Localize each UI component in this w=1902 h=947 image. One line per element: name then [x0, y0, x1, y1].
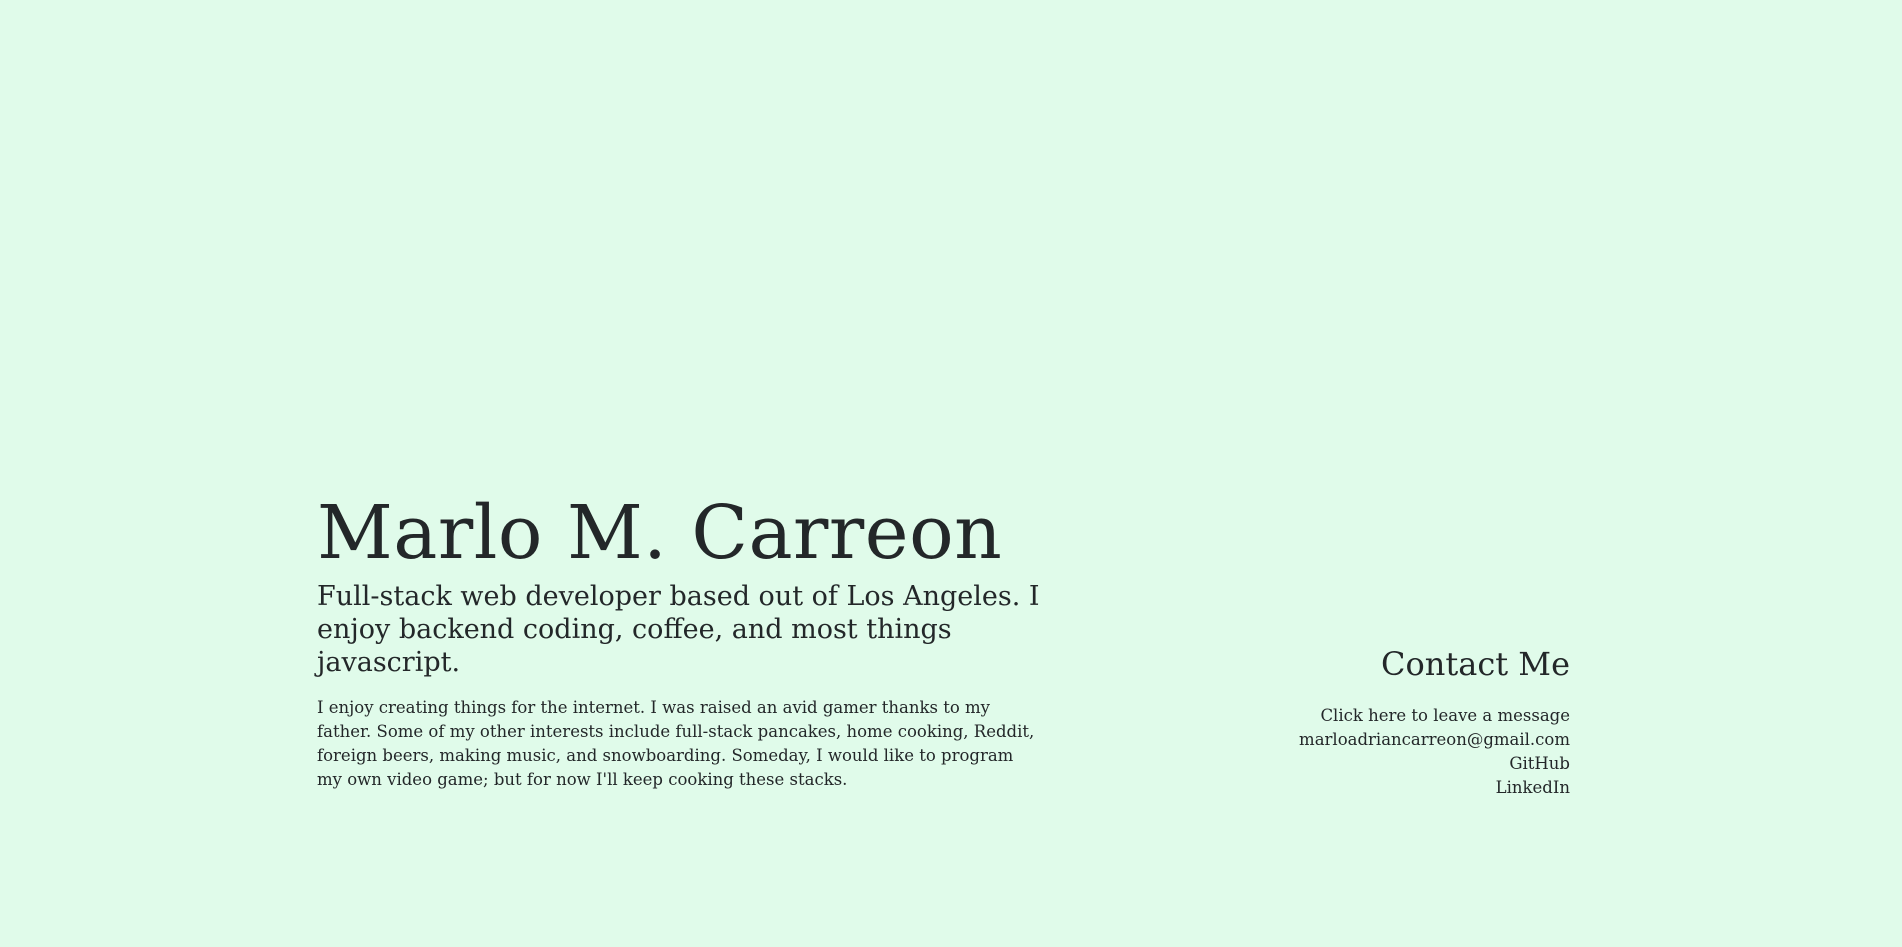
about-paragraph: I enjoy creating things for the internet… — [317, 698, 1035, 789]
linkedin-link[interactable]: LinkedIn — [1496, 778, 1570, 797]
leave-message-link[interactable]: Click here to leave a message — [1320, 706, 1570, 725]
contact-heading: Contact Me — [1381, 645, 1570, 683]
contact-item-email: marloadriancarreon@gmail.com — [1170, 728, 1570, 752]
contact-list: Click here to leave a message marloadria… — [1170, 704, 1570, 800]
intro-section: Marlo M. Carreon Full-stack web develope… — [317, 488, 1047, 792]
contact-item-github: GitHub — [1170, 752, 1570, 776]
page-title: Marlo M. Carreon — [317, 490, 1003, 576]
page: Marlo M. Carreon Full-stack web develope… — [0, 0, 1902, 947]
contact-item-linkedin: LinkedIn — [1170, 776, 1570, 800]
contact-item-message: Click here to leave a message — [1170, 704, 1570, 728]
github-link[interactable]: GitHub — [1509, 754, 1570, 773]
email-link[interactable]: marloadriancarreon@gmail.com — [1299, 730, 1570, 749]
tagline: Full-stack web developer based out of Lo… — [317, 581, 1040, 678]
contact-section: Contact Me Click here to leave a message… — [1170, 640, 1570, 800]
